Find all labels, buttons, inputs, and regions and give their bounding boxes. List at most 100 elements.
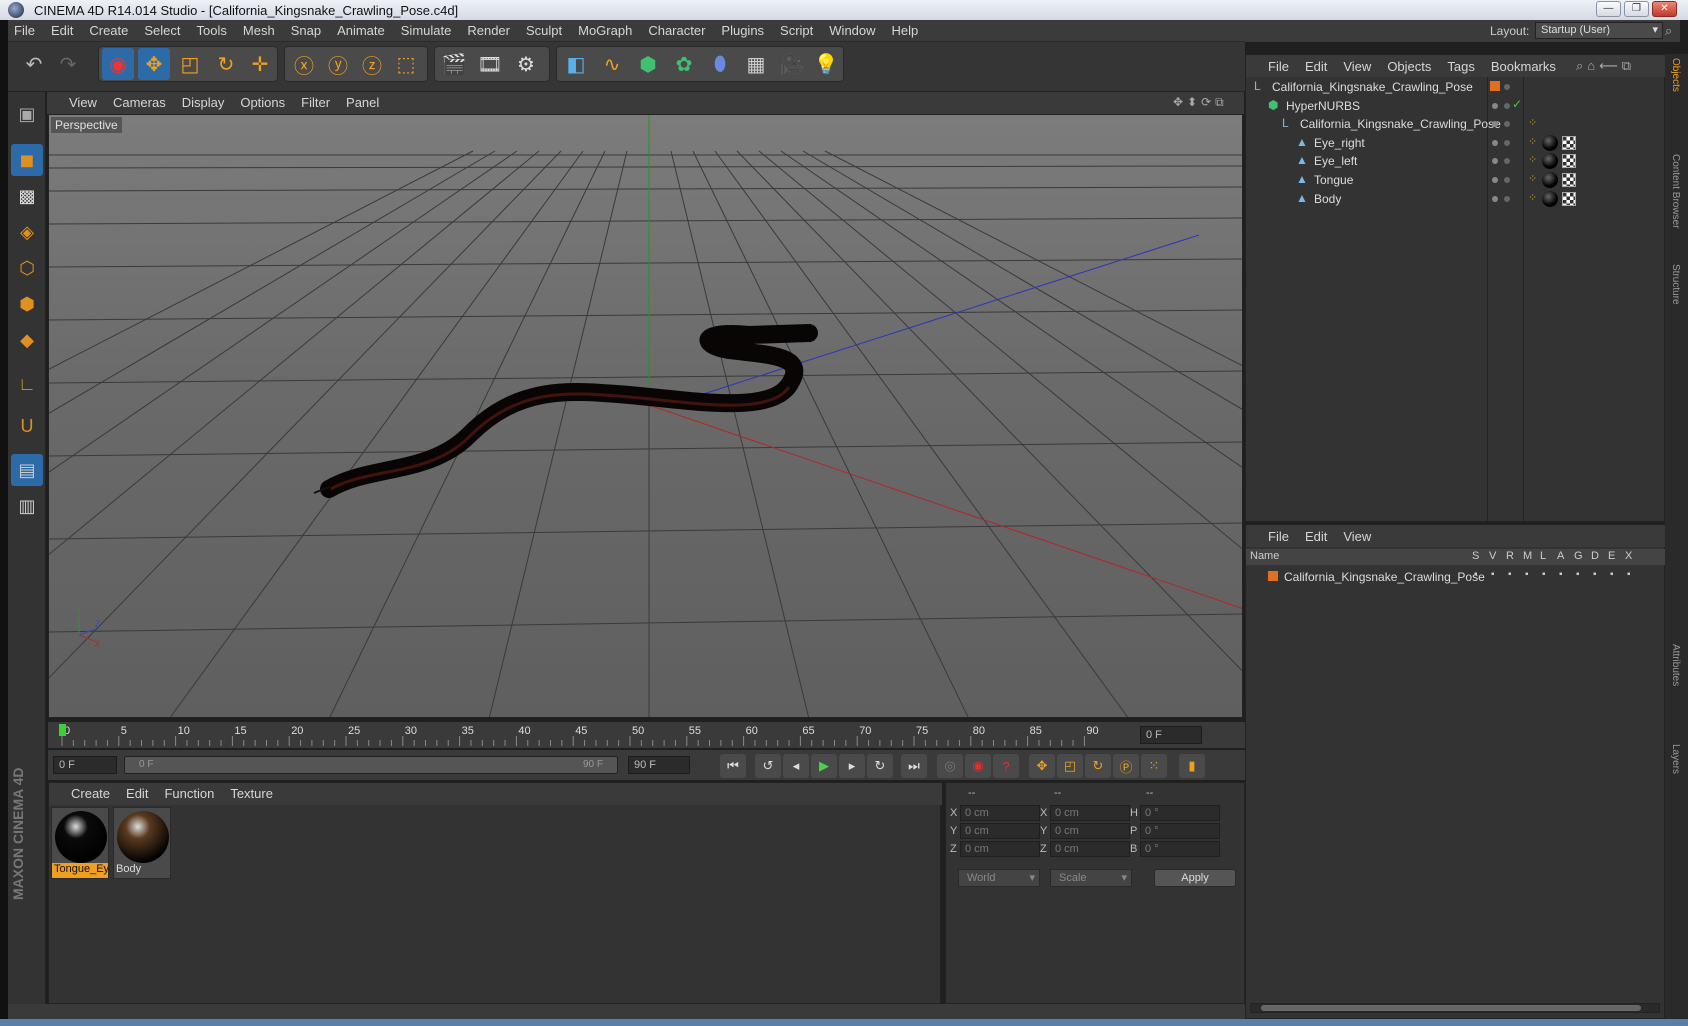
uvw-tag-icon[interactable] — [1562, 135, 1576, 150]
start-frame-field[interactable]: 0 F — [53, 756, 117, 774]
current-frame-field[interactable]: 0 F — [1140, 726, 1202, 744]
apply-button[interactable]: Apply — [1154, 869, 1236, 887]
layer-flag-icon[interactable]: ▪ — [1474, 569, 1478, 580]
layer-color-swatch[interactable] — [1490, 81, 1500, 91]
make-editable-icon[interactable]: ▣ — [11, 98, 43, 130]
timeline-ruler[interactable]: 0 5 10 15 20 25 30 35 40 45 50 55 60 65 70 75 80 85 90 0 F — [48, 722, 1245, 748]
texture-mode-icon[interactable]: ▩ — [11, 180, 43, 212]
light-icon[interactable]: 💡 — [810, 48, 842, 80]
menu-sculpt[interactable]: Sculpt — [526, 23, 562, 38]
layer-menu-view[interactable]: View — [1343, 529, 1371, 544]
uvw-tag-icon[interactable] — [1562, 154, 1576, 169]
menu-select[interactable]: Select — [144, 23, 180, 38]
previous-frame-icon[interactable]: ◂ — [783, 754, 809, 778]
material-menu-create[interactable]: Create — [71, 786, 110, 801]
layer-flag-icon[interactable]: ▪ — [1491, 569, 1495, 580]
layer-menu-file[interactable]: File — [1268, 529, 1289, 544]
model-mode-icon[interactable]: ◼ — [11, 144, 43, 176]
key-parameter-icon[interactable]: Ⓟ — [1113, 754, 1139, 778]
layer-column-g[interactable]: G — [1574, 550, 1583, 562]
array-icon[interactable]: ✿ — [668, 48, 700, 80]
live-selection-icon[interactable]: ◉ — [102, 48, 134, 80]
menu-window[interactable]: Window — [829, 23, 875, 38]
material-tag-icon[interactable] — [1542, 190, 1558, 207]
x-axis-lock-icon[interactable]: ⓧ — [288, 48, 320, 80]
next-key-icon[interactable]: ↻ — [867, 754, 893, 778]
scale-icon[interactable]: ◰ — [174, 48, 206, 80]
layer-flag-icon[interactable]: ▪ — [1610, 569, 1614, 580]
z-axis-lock-icon[interactable]: ⓩ — [356, 48, 388, 80]
material-swatch[interactable]: Body — [113, 807, 171, 879]
material-tag-icon[interactable] — [1542, 134, 1558, 151]
enabled-check-icon[interactable]: ✓ — [1512, 97, 1522, 111]
lock-workplane-icon[interactable]: ▤ — [11, 454, 43, 486]
goto-start-icon[interactable]: ⏮ — [720, 754, 746, 778]
coord-value-field[interactable]: 0 ° — [1140, 841, 1220, 857]
layer-flag-icon[interactable]: ▪ — [1542, 569, 1546, 580]
render-visibility-dot[interactable] — [1504, 158, 1510, 165]
move-icon[interactable]: ✥ — [138, 48, 170, 80]
playhead-marker[interactable] — [59, 724, 66, 736]
layer-flag-icon[interactable]: ▪ — [1627, 569, 1631, 580]
viewport-menu-filter[interactable]: Filter — [301, 95, 330, 110]
menu-mograph[interactable]: MoGraph — [578, 23, 632, 38]
next-frame-icon[interactable]: ▸ — [839, 754, 865, 778]
viewport-menu-panel[interactable]: Panel — [346, 95, 379, 110]
add-transform-icon[interactable]: ✛ — [244, 48, 276, 80]
floor-icon[interactable]: ▦ — [740, 48, 772, 80]
y-axis-lock-icon[interactable]: ⓨ — [322, 48, 354, 80]
layer-flag-icon[interactable]: ▪ — [1508, 569, 1512, 580]
uvw-tag-icon[interactable] — [1562, 191, 1576, 206]
layer-column-e[interactable]: E — [1608, 550, 1615, 562]
editor-visibility-dot[interactable] — [1492, 177, 1498, 183]
object-menu-view[interactable]: View — [1343, 59, 1371, 74]
material-menu-texture[interactable]: Texture — [230, 786, 273, 801]
render-visibility-dot[interactable] — [1504, 195, 1510, 202]
side-tab-attributes[interactable]: Attributes — [1670, 644, 1681, 686]
side-tab-objects[interactable]: Objects — [1670, 58, 1681, 92]
object-row[interactable]: ▲ Eye_left ⁘ — [1246, 151, 1666, 171]
coord-value-field[interactable]: 0 cm — [1050, 841, 1130, 857]
camera-icon[interactable]: 🎥 — [776, 48, 808, 80]
rotate-icon[interactable]: ↻ — [210, 48, 242, 80]
play-icon[interactable]: ▶ — [811, 754, 837, 778]
nurbs-icon[interactable]: ⬢ — [632, 48, 664, 80]
render-settings-icon[interactable]: ⚙ — [510, 48, 542, 80]
menu-animate[interactable]: Animate — [337, 23, 385, 38]
close-button[interactable]: ✕ — [1652, 1, 1677, 17]
coord-value-field[interactable]: 0 ° — [1140, 805, 1220, 821]
coord-value-field[interactable]: 0 cm — [960, 841, 1040, 857]
viewport-menu-view[interactable]: View — [69, 95, 97, 110]
layout-select[interactable]: Startup (User) ▾ — [1535, 22, 1663, 39]
layer-flag-icon[interactable]: ▪ — [1525, 569, 1529, 580]
menu-mesh[interactable]: Mesh — [243, 23, 275, 38]
viewport-menu-cameras[interactable]: Cameras — [113, 95, 166, 110]
render-visibility-dot[interactable] — [1504, 177, 1510, 183]
render-visibility-dot[interactable] — [1504, 84, 1510, 90]
layer-column-l[interactable]: L — [1540, 550, 1546, 562]
editor-visibility-dot[interactable] — [1492, 139, 1498, 146]
menu-snap[interactable]: Snap — [291, 23, 321, 38]
object-row[interactable]: ▲ Eye_right ⁘ — [1246, 133, 1666, 153]
edges-mode-icon[interactable]: ⬢ — [11, 288, 43, 320]
side-tab-structure[interactable]: Structure — [1670, 264, 1681, 305]
object-menu-tags[interactable]: Tags — [1447, 59, 1474, 74]
menu-create[interactable]: Create — [89, 23, 128, 38]
points-mode-icon[interactable]: ⬡ — [11, 252, 43, 284]
layer-column-v[interactable]: V — [1489, 550, 1496, 562]
material-tag-icon[interactable] — [1542, 172, 1558, 188]
restore-button[interactable]: ❐ — [1624, 1, 1649, 17]
object-row[interactable]: ▲ Body ⁘ — [1246, 189, 1666, 209]
menu-edit[interactable]: Edit — [51, 23, 73, 38]
layer-menu-edit[interactable]: Edit — [1305, 529, 1327, 544]
polygons-mode-icon[interactable]: ◆ — [11, 324, 43, 356]
material-swatch[interactable]: Tongue_Ey — [51, 807, 109, 879]
coord-value-field[interactable]: 0 cm — [1050, 823, 1130, 839]
layer-column-m[interactable]: M — [1523, 550, 1532, 562]
end-frame-field[interactable]: 90 F — [628, 756, 690, 774]
layer-color-swatch[interactable] — [1268, 571, 1278, 581]
material-menu-function[interactable]: Function — [164, 786, 214, 801]
render-visibility-dot[interactable] — [1504, 121, 1510, 128]
phong-tag-icon[interactable]: ⁘ — [1528, 172, 1537, 185]
object-row[interactable]: L California_Kingsnake_Crawling_Pose — [1246, 77, 1666, 97]
